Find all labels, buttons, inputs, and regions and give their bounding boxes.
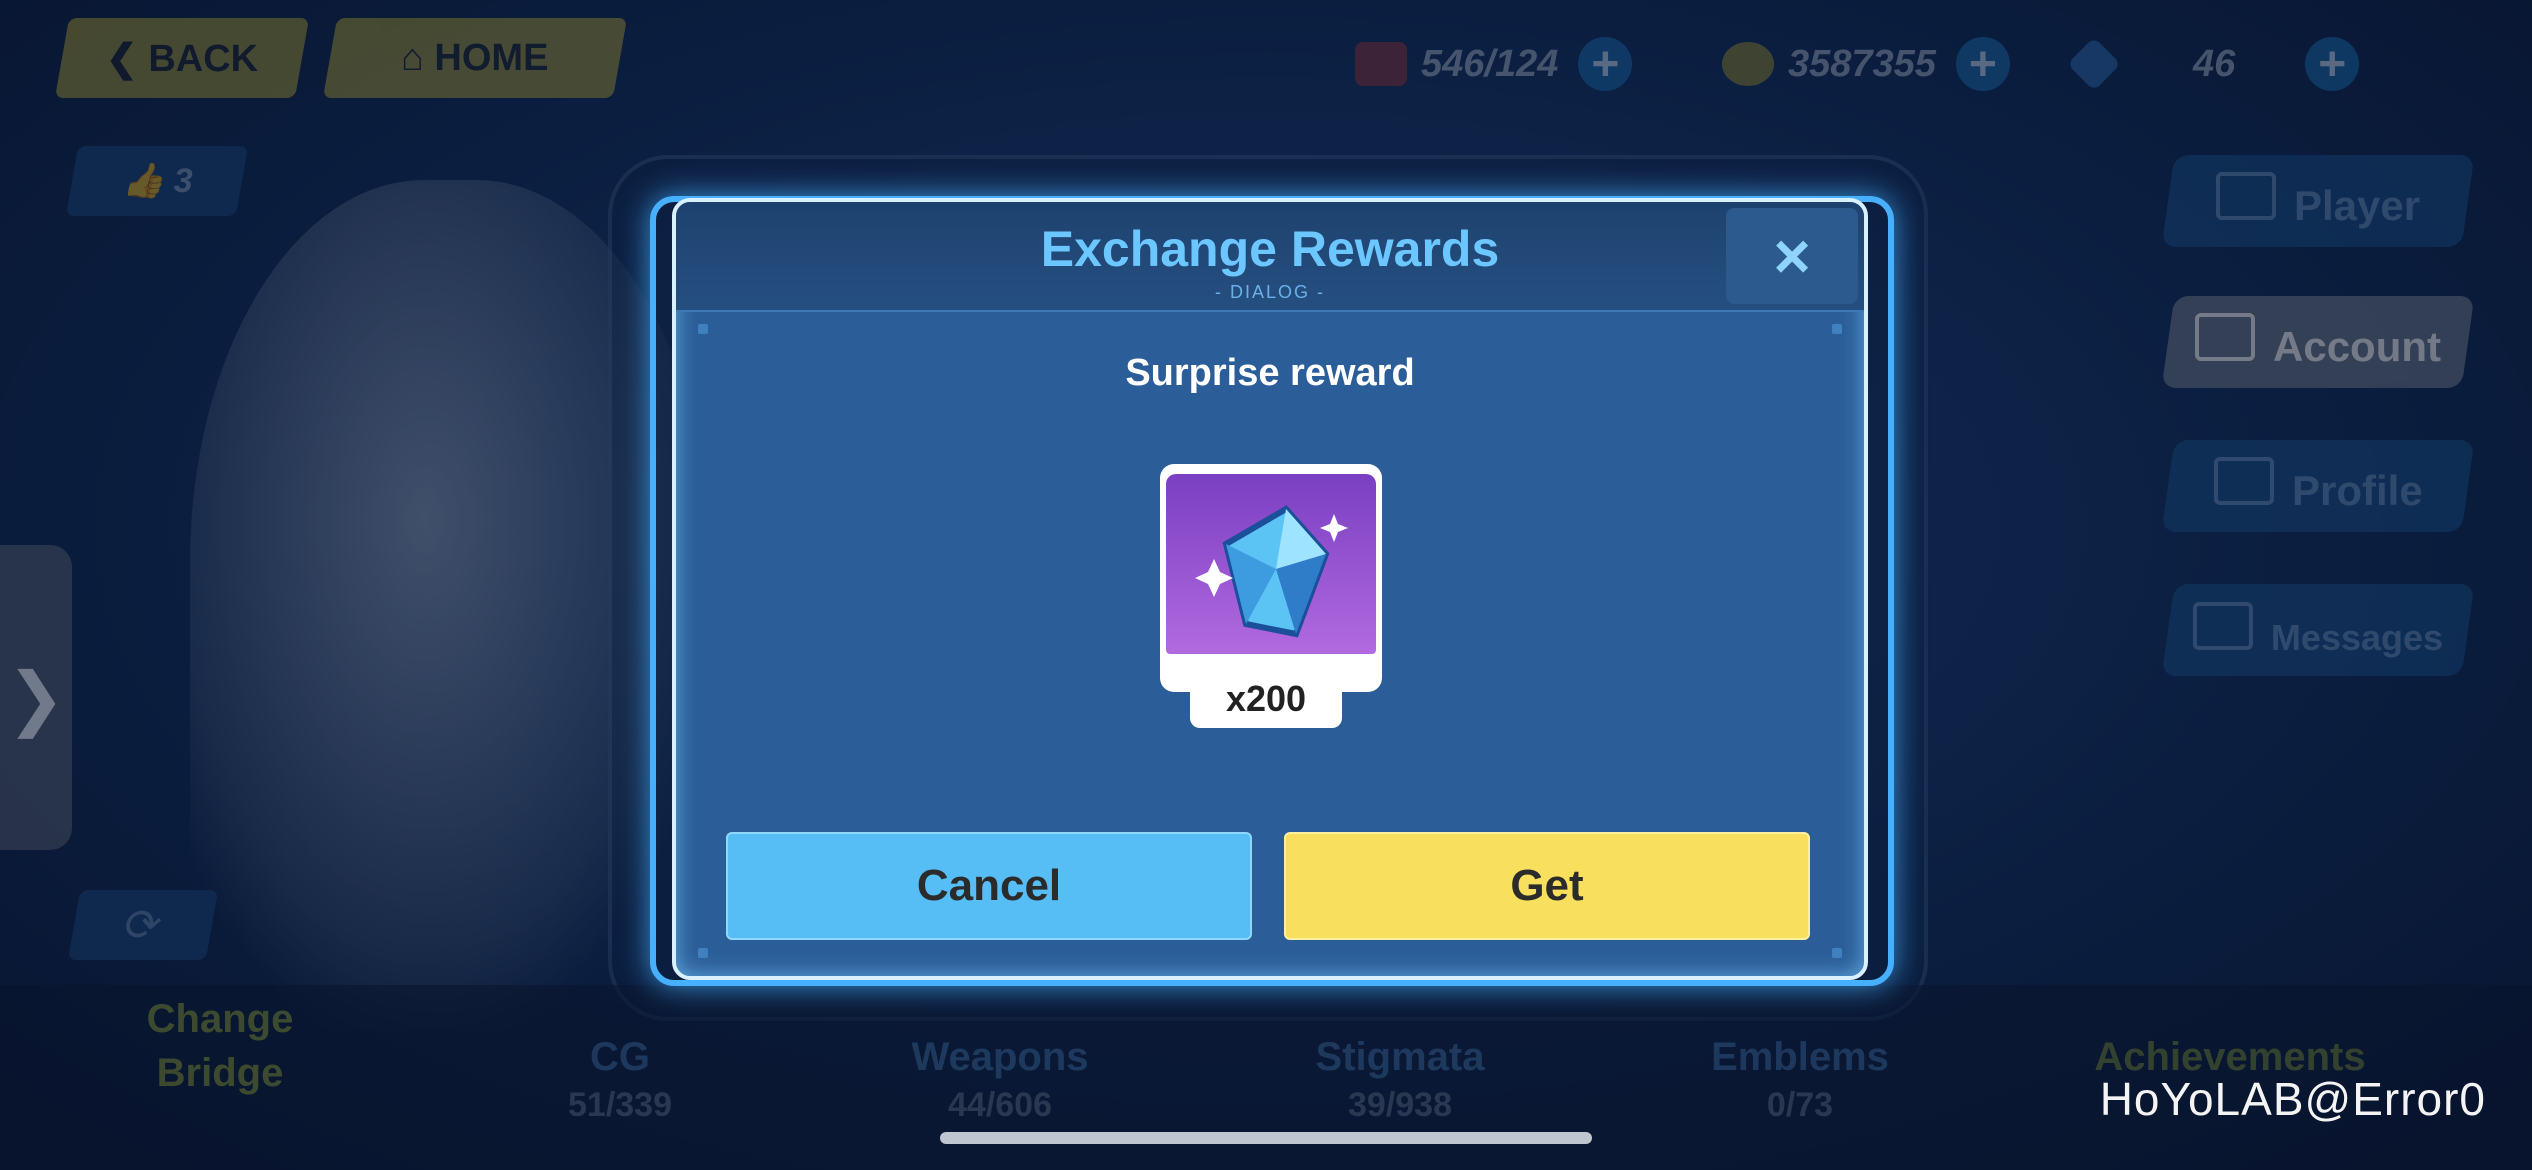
add-crystal-button[interactable]: + [2305, 37, 2360, 91]
close-button[interactable]: × [1726, 208, 1858, 304]
bottom-item-emblems[interactable]: Emblems 0/73 [1660, 1035, 1940, 1125]
menu-player[interactable]: Player [2161, 155, 2475, 247]
stamina-icon [1355, 42, 1407, 86]
add-coin-button[interactable]: + [1955, 37, 2010, 91]
bottom-item-weapons[interactable]: Weapons 44/606 [860, 1035, 1140, 1125]
back-button[interactable]: ❮ BACK [54, 18, 310, 98]
reward-art [1166, 474, 1376, 654]
corner-dot [698, 948, 708, 958]
bottom-item-cg[interactable]: CG 51/339 [520, 1035, 720, 1125]
cancel-button[interactable]: Cancel [726, 832, 1252, 940]
chevron-right-icon: ❯ [6, 658, 66, 737]
stamina-value: 546/124 [1421, 42, 1559, 85]
reward-quantity: x200 [1190, 670, 1342, 728]
watermark: HoYoLAB@Error0 [2099, 1073, 2486, 1125]
crystal-icon [2067, 37, 2121, 91]
menu-profile[interactable]: Profile [2161, 440, 2475, 532]
crystal-icon [1195, 505, 1348, 638]
menu-messages[interactable]: Messages [2161, 584, 2475, 676]
corner-dot [698, 324, 708, 334]
id-card-icon [2215, 172, 2276, 220]
coin-value: 3587355 [1788, 42, 1936, 85]
stamina-resource: 546/124 + [1355, 37, 1633, 91]
likes-badge[interactable]: 👍 3 [65, 146, 249, 216]
dialog-title: Exchange Rewards [1040, 221, 1500, 277]
profile-card-icon [2213, 457, 2274, 505]
dialog-header: Exchange Rewards - DIALOG - × [676, 202, 1864, 312]
menu-account[interactable]: Account [2161, 296, 2475, 388]
add-stamina-button[interactable]: + [1578, 37, 1633, 91]
coin-icon [1722, 42, 1774, 86]
lock-icon [2195, 313, 2255, 361]
side-expand-tab[interactable]: ❯ [0, 545, 72, 850]
crystal-value: 46 [2193, 42, 2236, 85]
thumbs-up-icon: 👍 [121, 162, 174, 200]
refresh-button[interactable]: ⟳ [67, 890, 219, 960]
change-bridge-button[interactable]: Change Bridge [140, 992, 300, 1100]
close-icon: × [1773, 220, 1811, 292]
home-indicator[interactable] [940, 1132, 1592, 1144]
reward-item-card[interactable] [1160, 464, 1382, 692]
home-icon: ⌂ [401, 36, 435, 79]
dialog-subtitle: - DIALOG - [1214, 282, 1325, 302]
dialog-message: Surprise reward [1125, 352, 1415, 394]
list-icon [2192, 601, 2253, 650]
bottom-item-stigmata[interactable]: Stigmata 39/938 [1260, 1035, 1540, 1125]
coin-resource: 3587355 + [1722, 37, 2010, 91]
crystal-resource: 46 + [2067, 37, 2360, 91]
get-button[interactable]: Get [1284, 832, 1810, 940]
corner-dot [1832, 948, 1842, 958]
corner-dot [1832, 324, 1842, 334]
home-button[interactable]: ⌂ HOME [322, 18, 628, 98]
chevron-left-icon: ❮ [105, 37, 149, 80]
refresh-icon: ⟳ [120, 900, 166, 950]
exchange-rewards-dialog: Exchange Rewards - DIALOG - × Surprise r… [672, 198, 1868, 980]
